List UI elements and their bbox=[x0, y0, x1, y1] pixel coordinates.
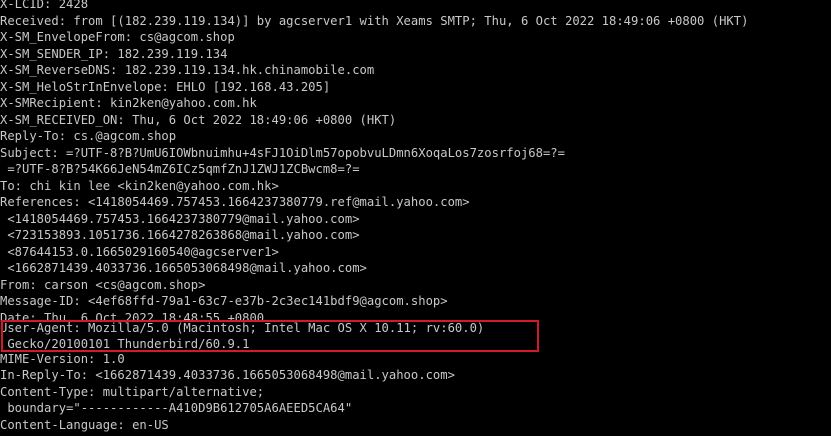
email-header-view: X-LCID: 2428 Received: from [(182.239.11… bbox=[0, 0, 831, 436]
header-line-in-reply-to: In-Reply-To: <1662871439.4033736.1665053… bbox=[0, 368, 455, 382]
header-line-subject: Subject: =?UTF-8?B?UmU6IOWbnuimhu+4sFJ1O… bbox=[0, 145, 565, 160]
header-line-references-cont-1: <1418054469.757453.1664237380779@mail.ya… bbox=[0, 211, 360, 226]
header-line-to: To: chi kin lee <kin2ken@yahoo.com.hk> bbox=[0, 178, 279, 193]
header-line-references: References: <1418054469.757453.166423738… bbox=[0, 195, 470, 209]
header-line-helo: X-SM_HeloStrInEnvelope: EHLO [192.168.43… bbox=[0, 79, 331, 94]
header-line-references-cont-3: <87644153.0.1665029160540@agcserver1> bbox=[0, 244, 279, 259]
header-line-content-type: Content-Type: multipart/alternative; bbox=[0, 384, 265, 399]
header-line-references-cont-2: <723153893.1051736.1664278263868@mail.ya… bbox=[0, 228, 360, 242]
header-line-recipient: X-SMRecipient: kin2ken@yahoo.com.hk bbox=[0, 96, 257, 110]
header-line-x-lcid: X-LCID: 2428 bbox=[0, 0, 89, 11]
header-line-user-agent: User-Agent: Mozilla/5.0 (Macintosh; Inte… bbox=[0, 321, 485, 335]
header-line-mime-version: MIME-Version: 1.0 bbox=[0, 351, 125, 366]
header-line-from: From: carson <cs@agcom.shop> bbox=[0, 277, 206, 292]
header-line-content-language: Content-Language: en-US bbox=[0, 417, 169, 432]
header-line-subject-cont: =?UTF-8?B?54K66JeN54mZ6ICz5qmfZnJ1ZWJ1ZC… bbox=[0, 162, 360, 176]
header-line-reverse-dns: X-SM_ReverseDNS: 182.239.119.134.hk.chin… bbox=[0, 63, 375, 77]
header-line-boundary: boundary="------------A410D9B612705A6AEE… bbox=[0, 401, 353, 415]
header-line-received-on: X-SM_RECEIVED_ON: Thu, 6 Oct 2022 18:49:… bbox=[0, 112, 397, 127]
header-line-reply-to: Reply-To: cs.@agcom.shop bbox=[0, 129, 177, 143]
header-line-envelope-from: X-SM_EnvelopeFrom: cs@agcom.shop bbox=[0, 30, 235, 44]
header-line-references-cont-4: <1662871439.4033736.1665053068498@mail.y… bbox=[0, 261, 367, 275]
header-line-sender-ip: X-SM_SENDER_IP: 182.239.119.134 bbox=[0, 46, 228, 61]
header-line-message-id: Message-ID: <4ef68ffd-79a1-63c7-e37b-2c3… bbox=[0, 294, 448, 308]
header-line-received: Received: from [(182.239.119.134)] by ag… bbox=[0, 13, 749, 28]
